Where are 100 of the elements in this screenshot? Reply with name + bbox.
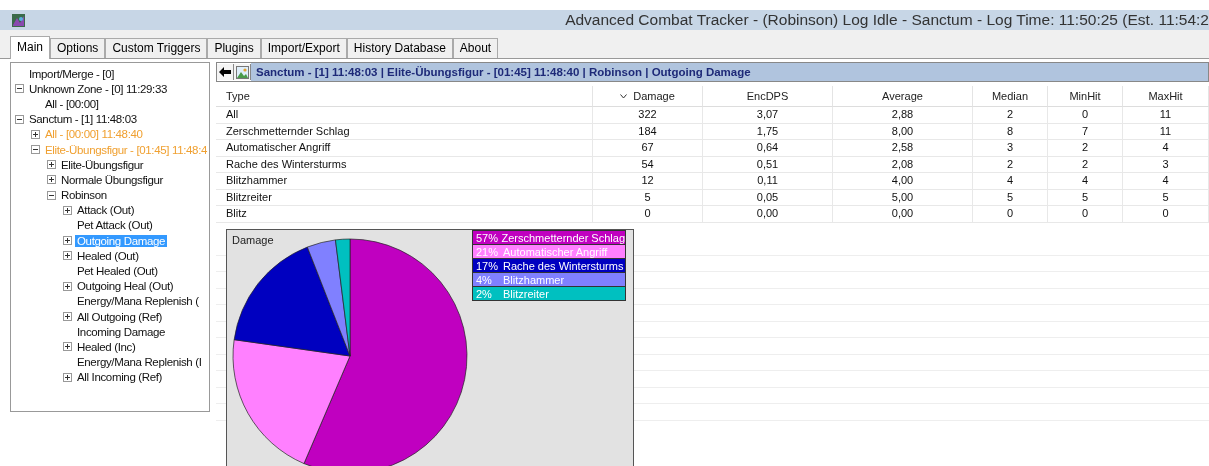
column-header[interactable]: Median [973,86,1048,107]
column-header[interactable]: Damage [593,86,703,107]
table-cell: 3 [973,140,1048,157]
column-header[interactable]: Average [833,86,973,107]
table-cell: 0,64 [703,140,833,157]
sort-icon [620,93,628,99]
tree-item[interactable]: Energy/Mana Replenish ( [75,295,201,308]
tree-item[interactable]: Normale Übungsfigur [59,173,165,186]
table-cell: 5 [973,189,1048,206]
table-cell: 2,08 [833,156,973,173]
table-cell: 5 [1123,189,1209,206]
table-cell: 0,51 [703,156,833,173]
table-cell: Zerschmetternder Schlag [216,123,593,140]
tab[interactable]: Custom Triggers [105,38,208,58]
tree-item[interactable]: Healed (Out) [75,249,141,262]
collapse-icon[interactable] [15,114,24,124]
table-cell: 0 [1123,206,1209,223]
table-cell: 322 [593,107,703,124]
tree-item[interactable]: All - [00:00] [43,97,101,110]
table-cell: 0 [1048,107,1123,124]
table-cell: 4 [1123,140,1209,157]
table-cell: Blitz [216,206,593,223]
table-cell: 2 [973,107,1048,124]
expand-icon[interactable] [63,372,72,382]
table-cell: 8,00 [833,123,973,140]
tree-item[interactable]: Sanctum - [1] 11:48:03 [27,113,139,126]
table-cell: Rache des Wintersturms [216,156,593,173]
column-header[interactable]: Type [216,86,593,107]
expand-icon[interactable] [63,281,72,291]
expand-icon[interactable] [63,251,72,261]
table-cell: 2 [973,156,1048,173]
table-cell: 12 [593,173,703,190]
table-cell: 0,11 [703,173,833,190]
table-cell: Blitzhammer [216,173,593,190]
collapse-icon[interactable] [31,145,40,155]
table-cell: 0 [593,206,703,223]
table-cell: 2,58 [833,140,973,157]
tab[interactable]: Options [50,38,106,58]
tree-item[interactable]: Import/Merge - [0] [27,67,117,80]
table-cell: 5,00 [833,189,973,206]
tree-item[interactable]: Pet Healed (Out) [75,265,160,278]
table-cell: 184 [593,123,703,140]
tab[interactable]: Main [10,36,50,59]
table-cell: 7 [1048,123,1123,140]
tab[interactable]: Import/Export [260,38,347,58]
table-cell: 5 [593,189,703,206]
table-cell: 2 [1048,140,1123,157]
table-cell: 4 [1123,173,1209,190]
table-cell: Automatischer Angriff [216,140,593,157]
tree-item[interactable]: Attack (Out) [75,204,137,217]
window-title: Advanced Combat Tracker - (Robinson) Log Idle - Sanctum - Log Time: 11:50:25 (Est. 11:54:2 [565,11,1209,29]
table-cell: 5 [1048,189,1123,206]
expand-icon[interactable] [47,160,56,170]
tree-item[interactable]: All Incoming (Ref) [75,371,165,384]
table-cell: 1,75 [703,123,833,140]
table-cell: 4 [1048,173,1123,190]
image-button[interactable] [234,64,251,80]
chart-title: Damage [232,234,274,246]
tab[interactable]: Plugins [207,38,261,58]
table-cell: 0 [973,206,1048,223]
expand-icon[interactable] [63,236,72,246]
table-cell: Blitzreiter [216,189,593,206]
table-cell: 2,88 [833,107,973,124]
column-header[interactable]: EncDPS [703,86,833,107]
tree-item[interactable]: Incoming Damage [75,325,168,338]
tree-item[interactable]: Healed (Inc) [75,340,138,353]
expand-icon[interactable] [47,175,56,185]
expand-icon[interactable] [63,312,72,322]
expand-icon[interactable] [63,205,72,215]
table-cell: 11 [1123,107,1209,124]
breadcrumb: Sanctum - [1] 11:48:03 | Elite-Übungsfigur - [01:45] 11:48:40 | Robinson | Outgoing Damage [251,63,1208,81]
expand-icon[interactable] [31,129,40,139]
table-cell: 3,07 [703,107,833,124]
table-cell: 11 [1123,123,1209,140]
table-cell: 67 [593,140,703,157]
tree-item[interactable]: Outgoing Heal (Out) [75,280,176,293]
tab[interactable]: About [452,38,499,58]
expand-icon[interactable] [63,342,72,352]
table-cell: 4 [973,173,1048,190]
tree-item[interactable]: Unknown Zone - [0] 11:29:33 [27,82,169,95]
back-button[interactable] [217,64,234,80]
column-header[interactable]: MinHit [1048,86,1123,107]
table-cell: 0 [1048,206,1123,223]
collapse-icon[interactable] [47,190,56,200]
tab[interactable]: History Database [346,38,453,58]
table-cell: 0,00 [833,206,973,223]
tree-item[interactable]: Robinson [59,189,109,202]
collapse-icon[interactable] [15,84,24,94]
tree-item[interactable]: All Outgoing (Ref) [75,310,165,323]
tree-item[interactable]: Elite-Übungsfigur [59,158,146,171]
table-cell: 4,00 [833,173,973,190]
column-header[interactable]: MaxHit [1123,86,1209,107]
table-cell: 0,00 [703,206,833,223]
tree-item[interactable]: Energy/Mana Replenish (I [75,356,204,369]
table-cell: 54 [593,156,703,173]
tree-item[interactable]: Pet Attack (Out) [75,219,155,232]
table-cell: 2 [1048,156,1123,173]
app-icon [12,13,25,27]
table-cell: 0,05 [703,189,833,206]
table-cell: 8 [973,123,1048,140]
